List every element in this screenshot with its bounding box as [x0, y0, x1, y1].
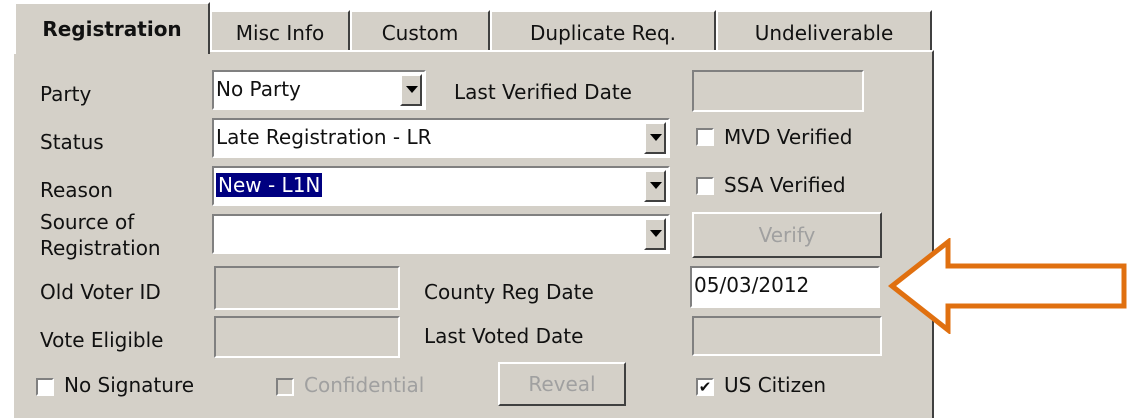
tab-misc-info[interactable]: Misc Info: [210, 10, 350, 54]
chevron-down-icon[interactable]: [644, 218, 666, 250]
ssa-verified-label: SSA Verified: [724, 173, 846, 197]
reason-value: New - L1N: [216, 173, 323, 197]
reveal-button: Reveal: [498, 362, 626, 406]
status-value: Late Registration - LR: [216, 125, 432, 149]
chevron-down-icon[interactable]: [644, 122, 666, 154]
vote-eligible-label: Vote Eligible: [40, 328, 164, 352]
mvd-verified-label: MVD Verified: [724, 125, 853, 149]
reason-select[interactable]: New - L1N: [212, 166, 670, 206]
party-label: Party: [40, 82, 92, 106]
tab-registration[interactable]: Registration: [14, 2, 210, 54]
tab-undeliverable[interactable]: Undeliverable: [716, 10, 932, 54]
chevron-down-icon[interactable]: [644, 170, 666, 202]
party-select[interactable]: No Party: [212, 70, 426, 110]
last-voted-date-label: Last Voted Date: [424, 324, 584, 348]
county-reg-date-label: County Reg Date: [424, 280, 594, 304]
status-label: Status: [40, 130, 104, 154]
mvd-verified-checkbox[interactable]: [696, 128, 714, 146]
us-citizen-label: US Citizen: [724, 373, 827, 397]
ssa-verified-checkbox[interactable]: [696, 177, 714, 195]
no-signature-checkbox[interactable]: [36, 378, 54, 396]
old-voter-id-field: [214, 266, 400, 310]
tab-custom[interactable]: Custom: [350, 10, 490, 54]
vote-eligible-field: [214, 316, 400, 358]
verify-button[interactable]: Verify: [692, 212, 882, 258]
us-citizen-checkbox[interactable]: ✔: [696, 378, 714, 396]
last-verified-date-label: Last Verified Date: [454, 80, 632, 104]
confidential-checkbox: [276, 378, 294, 396]
county-reg-date-field[interactable]: 05/03/2012: [690, 266, 880, 308]
source-of-registration-label-line2: Registration: [40, 236, 161, 260]
no-signature-label: No Signature: [64, 373, 195, 397]
source-of-registration-select[interactable]: [212, 214, 670, 254]
status-select[interactable]: Late Registration - LR: [212, 118, 670, 158]
tab-duplicate-req[interactable]: Duplicate Req.: [490, 10, 716, 54]
confidential-label: Confidential: [304, 373, 425, 397]
chevron-down-icon[interactable]: [400, 74, 422, 106]
party-value: No Party: [216, 77, 301, 101]
last-verified-date-field: [692, 70, 864, 112]
source-of-registration-label-line1: Source of: [40, 210, 135, 234]
last-voted-date-field: [692, 316, 882, 356]
reason-label: Reason: [40, 178, 113, 202]
old-voter-id-label: Old Voter ID: [40, 280, 161, 304]
arrow-left-icon: [888, 238, 1127, 334]
